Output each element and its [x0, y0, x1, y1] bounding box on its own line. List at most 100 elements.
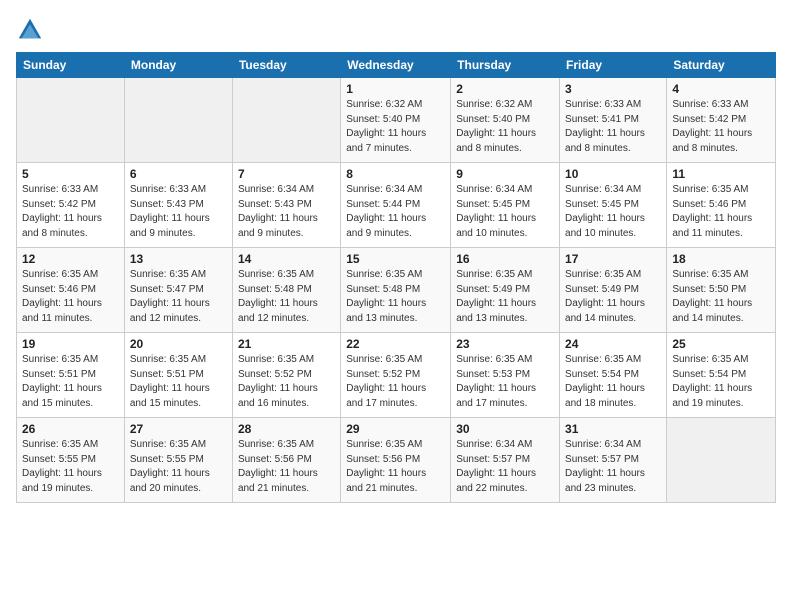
cell-content: Sunrise: 6:34 AM Sunset: 5:57 PM Dayligh… [456, 438, 554, 496]
calendar-cell: 16 Sunrise: 6:35 AM Sunset: 5:49 PM Dayli… [451, 248, 560, 333]
calendar-body: 1 Sunrise: 6:32 AM Sunset: 5:40 PM Daylig… [17, 78, 776, 503]
day-number: 7 [238, 167, 335, 181]
calendar-cell [17, 78, 125, 163]
cell-content: Sunrise: 6:35 AM Sunset: 5:47 PM Dayligh… [130, 268, 227, 326]
cell-content: Sunrise: 6:35 AM Sunset: 5:48 PM Dayligh… [346, 268, 445, 326]
day-number: 3 [565, 82, 661, 96]
calendar-cell: 25 Sunrise: 6:35 AM Sunset: 5:54 PM Dayli… [667, 333, 776, 418]
day-number: 22 [346, 337, 445, 351]
day-number: 26 [22, 422, 119, 436]
weekday-header-tuesday: Tuesday [232, 53, 340, 78]
week-row-4: 26 Sunrise: 6:35 AM Sunset: 5:55 PM Dayli… [17, 418, 776, 503]
day-number: 28 [238, 422, 335, 436]
cell-content: Sunrise: 6:35 AM Sunset: 5:49 PM Dayligh… [456, 268, 554, 326]
cell-content: Sunrise: 6:33 AM Sunset: 5:42 PM Dayligh… [22, 183, 119, 241]
day-number: 17 [565, 252, 661, 266]
day-number: 11 [672, 167, 770, 181]
cell-content: Sunrise: 6:33 AM Sunset: 5:42 PM Dayligh… [672, 98, 770, 156]
weekday-header-sunday: Sunday [17, 53, 125, 78]
cell-content: Sunrise: 6:34 AM Sunset: 5:44 PM Dayligh… [346, 183, 445, 241]
day-number: 8 [346, 167, 445, 181]
calendar-cell: 17Sunrise: 6:35 AM Sunset: 5:49 PM Dayli… [560, 248, 667, 333]
day-number: 19 [22, 337, 119, 351]
calendar-cell: 30Sunrise: 6:34 AM Sunset: 5:57 PM Dayli… [451, 418, 560, 503]
cell-content: Sunrise: 6:35 AM Sunset: 5:54 PM Dayligh… [565, 353, 661, 411]
cell-content: Sunrise: 6:35 AM Sunset: 5:55 PM Dayligh… [22, 438, 119, 496]
weekday-header-saturday: Saturday [667, 53, 776, 78]
calendar-cell: 23 Sunrise: 6:35 AM Sunset: 5:53 PM Dayli… [451, 333, 560, 418]
calendar-cell: 3 Sunrise: 6:33 AM Sunset: 5:41 PM Daylig… [560, 78, 667, 163]
calendar-cell: 27 Sunrise: 6:35 AM Sunset: 5:55 PM Dayli… [124, 418, 232, 503]
calendar-cell [667, 418, 776, 503]
calendar-cell: 22 Sunrise: 6:35 AM Sunset: 5:52 PM Dayli… [341, 333, 451, 418]
calendar-cell: 19Sunrise: 6:35 AM Sunset: 5:51 PM Dayli… [17, 333, 125, 418]
cell-content: Sunrise: 6:35 AM Sunset: 5:48 PM Dayligh… [238, 268, 335, 326]
day-number: 31 [565, 422, 661, 436]
calendar-cell: 11Sunrise: 6:35 AM Sunset: 5:46 PM Dayli… [667, 163, 776, 248]
weekday-header-wednesday: Wednesday [341, 53, 451, 78]
calendar-cell: 14Sunrise: 6:35 AM Sunset: 5:48 PM Dayli… [232, 248, 340, 333]
calendar: SundayMondayTuesdayWednesdayThursdayFrid… [16, 52, 776, 503]
cell-content: Sunrise: 6:34 AM Sunset: 5:43 PM Dayligh… [238, 183, 335, 241]
calendar-cell: 31 Sunrise: 6:34 AM Sunset: 5:57 PM Dayli… [560, 418, 667, 503]
calendar-cell: 5 Sunrise: 6:33 AM Sunset: 5:42 PM Daylig… [17, 163, 125, 248]
cell-content: Sunrise: 6:33 AM Sunset: 5:43 PM Dayligh… [130, 183, 227, 241]
logo-icon [16, 16, 44, 44]
page: SundayMondayTuesdayWednesdayThursdayFrid… [0, 0, 792, 612]
week-row-2: 12Sunrise: 6:35 AM Sunset: 5:46 PM Dayli… [17, 248, 776, 333]
cell-content: Sunrise: 6:34 AM Sunset: 5:57 PM Dayligh… [565, 438, 661, 496]
weekday-header-monday: Monday [124, 53, 232, 78]
calendar-cell: 20Sunrise: 6:35 AM Sunset: 5:51 PM Dayli… [124, 333, 232, 418]
week-row-1: 5 Sunrise: 6:33 AM Sunset: 5:42 PM Daylig… [17, 163, 776, 248]
cell-content: Sunrise: 6:35 AM Sunset: 5:54 PM Dayligh… [672, 353, 770, 411]
calendar-cell: 2 Sunrise: 6:32 AM Sunset: 5:40 PM Daylig… [451, 78, 560, 163]
cell-content: Sunrise: 6:35 AM Sunset: 5:50 PM Dayligh… [672, 268, 770, 326]
day-number: 29 [346, 422, 445, 436]
day-number: 10 [565, 167, 661, 181]
cell-content: Sunrise: 6:35 AM Sunset: 5:46 PM Dayligh… [22, 268, 119, 326]
day-number: 16 [456, 252, 554, 266]
calendar-cell: 1 Sunrise: 6:32 AM Sunset: 5:40 PM Daylig… [341, 78, 451, 163]
calendar-cell: 9 Sunrise: 6:34 AM Sunset: 5:45 PM Daylig… [451, 163, 560, 248]
weekday-header-friday: Friday [560, 53, 667, 78]
header [16, 12, 776, 44]
calendar-cell: 21 Sunrise: 6:35 AM Sunset: 5:52 PM Dayli… [232, 333, 340, 418]
cell-content: Sunrise: 6:35 AM Sunset: 5:51 PM Dayligh… [130, 353, 227, 411]
calendar-cell [232, 78, 340, 163]
day-number: 13 [130, 252, 227, 266]
day-number: 4 [672, 82, 770, 96]
calendar-header: SundayMondayTuesdayWednesdayThursdayFrid… [17, 53, 776, 78]
calendar-cell: 7 Sunrise: 6:34 AM Sunset: 5:43 PM Daylig… [232, 163, 340, 248]
day-number: 21 [238, 337, 335, 351]
cell-content: Sunrise: 6:35 AM Sunset: 5:52 PM Dayligh… [346, 353, 445, 411]
day-number: 1 [346, 82, 445, 96]
cell-content: Sunrise: 6:35 AM Sunset: 5:53 PM Dayligh… [456, 353, 554, 411]
day-number: 2 [456, 82, 554, 96]
cell-content: Sunrise: 6:32 AM Sunset: 5:40 PM Dayligh… [456, 98, 554, 156]
calendar-cell: 15Sunrise: 6:35 AM Sunset: 5:48 PM Dayli… [341, 248, 451, 333]
calendar-cell: 29 Sunrise: 6:35 AM Sunset: 5:56 PM Dayli… [341, 418, 451, 503]
cell-content: Sunrise: 6:33 AM Sunset: 5:41 PM Dayligh… [565, 98, 661, 156]
week-row-0: 1 Sunrise: 6:32 AM Sunset: 5:40 PM Daylig… [17, 78, 776, 163]
day-number: 23 [456, 337, 554, 351]
calendar-cell: 24 Sunrise: 6:35 AM Sunset: 5:54 PM Dayli… [560, 333, 667, 418]
calendar-cell: 28 Sunrise: 6:35 AM Sunset: 5:56 PM Dayli… [232, 418, 340, 503]
cell-content: Sunrise: 6:34 AM Sunset: 5:45 PM Dayligh… [565, 183, 661, 241]
cell-content: Sunrise: 6:35 AM Sunset: 5:56 PM Dayligh… [346, 438, 445, 496]
cell-content: Sunrise: 6:34 AM Sunset: 5:45 PM Dayligh… [456, 183, 554, 241]
day-number: 9 [456, 167, 554, 181]
weekday-row: SundayMondayTuesdayWednesdayThursdayFrid… [17, 53, 776, 78]
cell-content: Sunrise: 6:35 AM Sunset: 5:55 PM Dayligh… [130, 438, 227, 496]
day-number: 24 [565, 337, 661, 351]
calendar-cell: 26 Sunrise: 6:35 AM Sunset: 5:55 PM Dayli… [17, 418, 125, 503]
calendar-cell: 4 Sunrise: 6:33 AM Sunset: 5:42 PM Daylig… [667, 78, 776, 163]
calendar-cell: 18Sunrise: 6:35 AM Sunset: 5:50 PM Dayli… [667, 248, 776, 333]
day-number: 25 [672, 337, 770, 351]
cell-content: Sunrise: 6:32 AM Sunset: 5:40 PM Dayligh… [346, 98, 445, 156]
day-number: 27 [130, 422, 227, 436]
day-number: 5 [22, 167, 119, 181]
cell-content: Sunrise: 6:35 AM Sunset: 5:56 PM Dayligh… [238, 438, 335, 496]
calendar-cell: 12Sunrise: 6:35 AM Sunset: 5:46 PM Dayli… [17, 248, 125, 333]
weekday-header-thursday: Thursday [451, 53, 560, 78]
cell-content: Sunrise: 6:35 AM Sunset: 5:52 PM Dayligh… [238, 353, 335, 411]
